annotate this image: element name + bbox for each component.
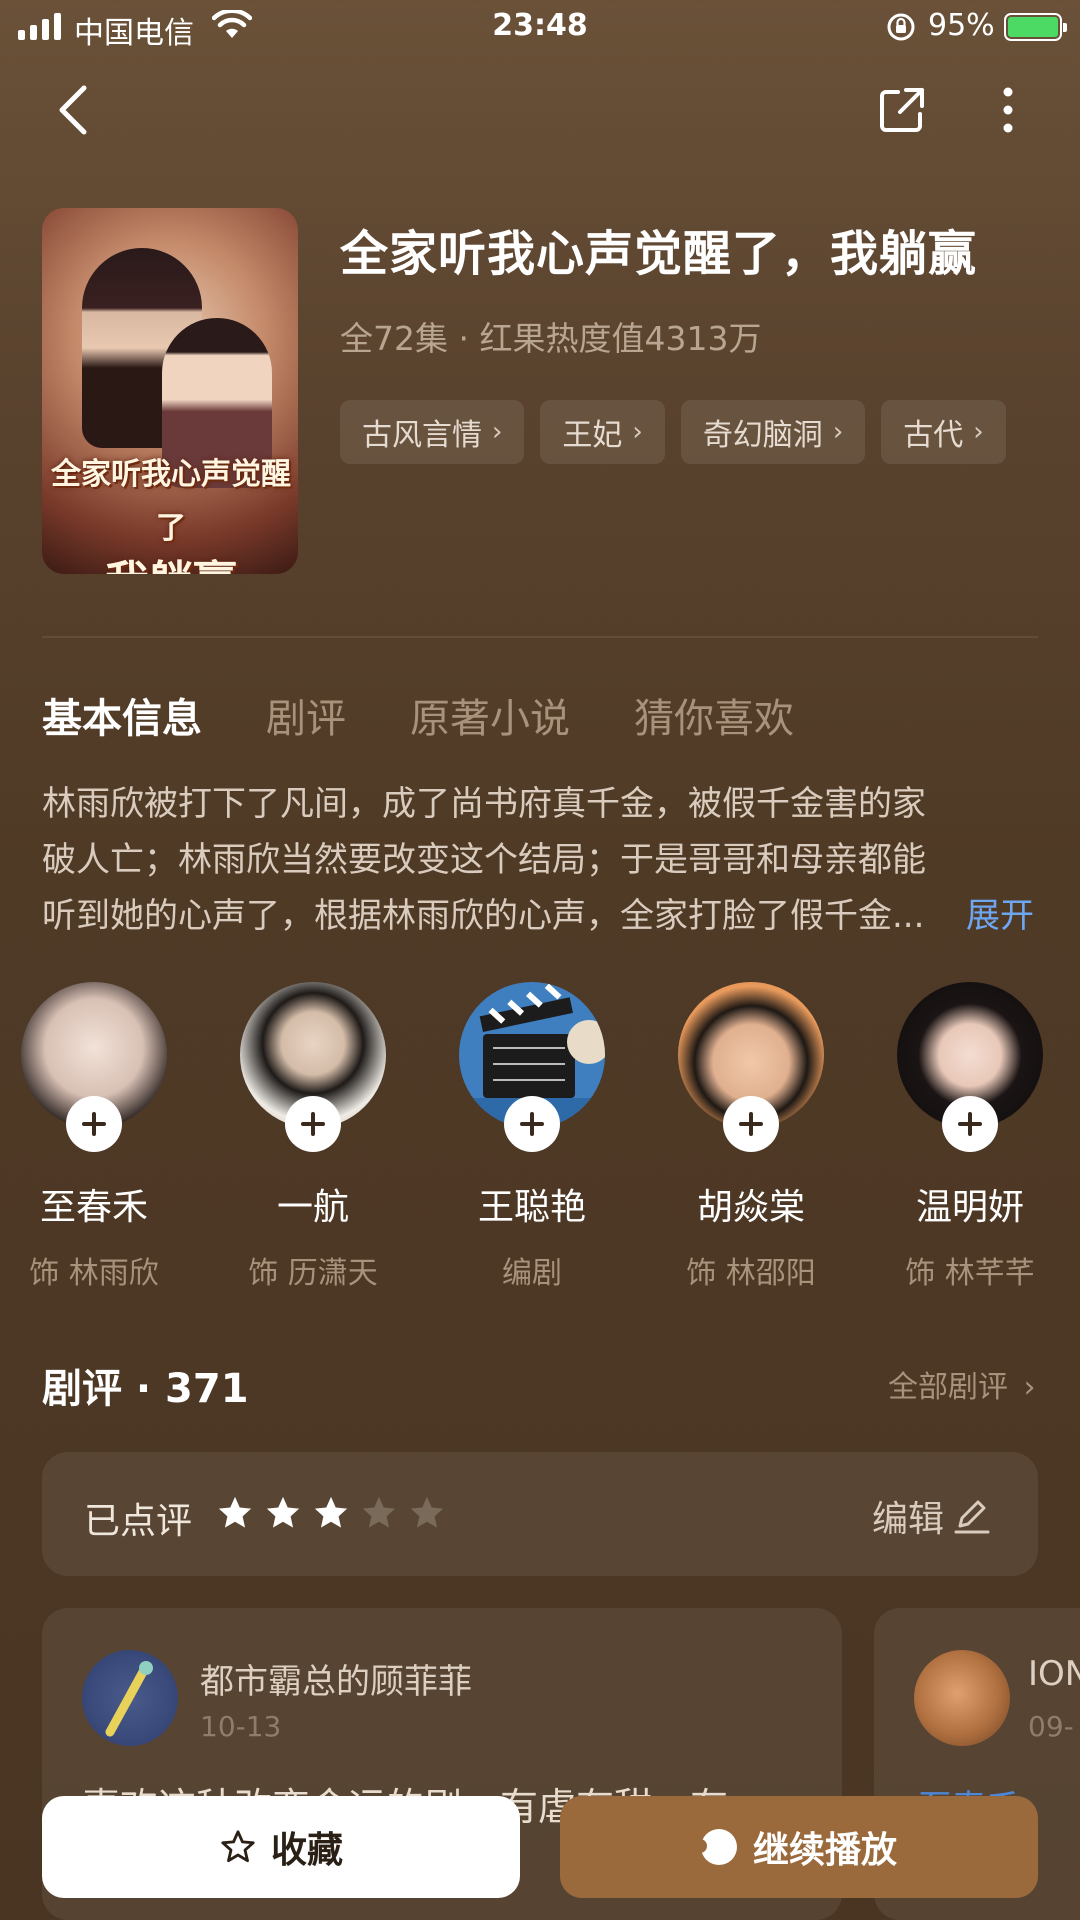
tab-bar: 基本信息 剧评 原著小说 猜你喜欢 — [42, 686, 794, 744]
review-date: 09- — [1028, 1710, 1074, 1743]
star-outline-icon — [221, 1830, 255, 1863]
star-filled-icon[interactable] — [216, 1494, 254, 1532]
cast-member[interactable]: 至春禾 饰 林雨欣 — [4, 982, 184, 1292]
expand-link[interactable]: 展开 — [966, 888, 1034, 937]
cast-member[interactable]: 一航 饰 历潇天 — [223, 982, 403, 1292]
pencil-icon — [954, 1500, 990, 1534]
show-title: 全家听我心声觉醒了，我躺赢 — [340, 226, 978, 282]
follow-plus-icon[interactable] — [723, 1096, 779, 1152]
avatar[interactable] — [240, 982, 386, 1152]
play-icon — [692, 1829, 737, 1865]
cast-role: 饰 林雨欣 — [29, 1256, 159, 1291]
cast-role: 编剧 — [502, 1256, 562, 1291]
poster-title-line1: 全家听我心声觉醒了 — [51, 457, 291, 546]
star-filled-icon[interactable] — [264, 1494, 302, 1532]
show-meta: 全72集 · 红果热度值4313万 — [340, 319, 762, 358]
synopsis-text: 林雨欣被打下了凡间，成了尚书府真千金，被假千金害的家破人亡；林雨欣当然要改变这个… — [42, 784, 926, 936]
battery-icon — [1004, 13, 1067, 41]
back-arrow-icon[interactable] — [50, 80, 100, 140]
cast-role: 饰 林芊芊 — [905, 1256, 1035, 1291]
edit-review-button[interactable]: 编辑 — [872, 1490, 992, 1542]
star-filled-icon[interactable] — [312, 1494, 350, 1532]
chevron-right-icon: › — [492, 417, 503, 447]
reviewer-avatar[interactable] — [914, 1650, 1010, 1746]
avatar[interactable] — [459, 982, 605, 1152]
chevron-right-icon: › — [632, 417, 643, 447]
review-date: 10-13 — [200, 1710, 282, 1743]
cast-name: 胡焱棠 — [696, 1187, 805, 1228]
chevron-right-icon: › — [973, 417, 984, 447]
tag-chip[interactable]: 古代 › — [881, 400, 1006, 464]
reviewer-name: 都市霸总的顾菲菲 — [200, 1662, 472, 1702]
rated-label: 已点评 — [84, 1501, 193, 1542]
more-options-icon[interactable] — [988, 84, 1028, 136]
star-empty-icon[interactable] — [360, 1494, 398, 1532]
tab-reviews[interactable]: 剧评 — [266, 686, 346, 744]
my-rating-card[interactable]: 已点评 编辑 — [42, 1452, 1038, 1576]
cast-name: 至春禾 — [39, 1187, 148, 1228]
tab-basic-info[interactable]: 基本信息 — [42, 686, 202, 744]
rotation-lock-icon — [887, 13, 915, 41]
all-reviews-link[interactable]: 全部剧评 › — [888, 1362, 1036, 1406]
cast-member[interactable]: 胡焱棠 饰 林邵阳 — [661, 982, 841, 1292]
cast-name: 一航 — [276, 1187, 349, 1228]
continue-play-button[interactable]: 继续播放 — [560, 1796, 1038, 1898]
clock: 23:48 — [492, 8, 588, 43]
reviews-heading: 剧评 · 371 — [42, 1366, 249, 1412]
show-poster[interactable]: 全家听我心声觉醒了 我躺赢 — [42, 208, 298, 574]
star-rating[interactable] — [216, 1494, 446, 1532]
tag-chip[interactable]: 古风言情 › — [340, 400, 525, 464]
share-icon[interactable] — [876, 84, 928, 136]
tab-original-novel[interactable]: 原著小说 — [410, 686, 570, 744]
follow-plus-icon[interactable] — [504, 1096, 560, 1152]
status-bar: 中国电信 23:48 95% — [0, 0, 1080, 56]
cast-member[interactable]: 王聪艳 编剧 — [442, 982, 622, 1292]
tag-chip[interactable]: 王妃 › — [540, 400, 665, 464]
cast-role: 饰 林邵阳 — [686, 1256, 816, 1291]
divider — [42, 636, 1038, 638]
avatar[interactable] — [897, 982, 1043, 1152]
follow-plus-icon[interactable] — [942, 1096, 998, 1152]
tag-list: 古风言情 › 王妃 › 奇幻脑洞 › 古代 › — [340, 400, 1006, 464]
avatar[interactable] — [678, 982, 824, 1152]
favorite-button[interactable]: 收藏 — [42, 1796, 520, 1898]
tag-chip[interactable]: 奇幻脑洞 › — [680, 400, 866, 464]
reviewer-avatar[interactable] — [82, 1650, 178, 1746]
follow-plus-icon[interactable] — [285, 1096, 341, 1152]
cast-role: 饰 历潇天 — [248, 1256, 378, 1291]
avatar[interactable] — [21, 982, 167, 1152]
follow-plus-icon[interactable] — [66, 1096, 122, 1152]
cast-name: 温明妍 — [915, 1187, 1024, 1228]
star-empty-icon[interactable] — [408, 1494, 446, 1532]
cast-name: 王聪艳 — [477, 1187, 586, 1228]
poster-title-line2: 我躺赢 — [46, 556, 296, 574]
tab-recommendations[interactable]: 猜你喜欢 — [634, 686, 794, 744]
chevron-right-icon: › — [1023, 1370, 1036, 1405]
cast-member[interactable]: 温明妍 饰 林芊芊 — [880, 982, 1060, 1292]
battery-percent: 95% — [928, 8, 995, 43]
reviewer-name: ION — [1028, 1654, 1080, 1694]
cast-list: 至春禾 饰 林雨欣 一航 饰 历潇天 王聪艳 编剧 胡焱棠 饰 林邵阳 温明妍 … — [0, 982, 1080, 1291]
chevron-right-icon: › — [832, 417, 844, 447]
